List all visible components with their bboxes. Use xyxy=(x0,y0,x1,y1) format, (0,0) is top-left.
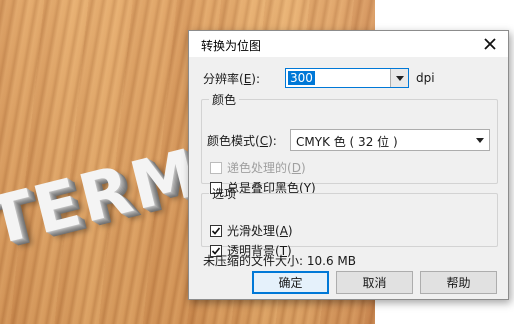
options-group-legend: 选项 xyxy=(212,187,237,201)
convert-to-bitmap-dialog: 转换为位图 分辨率(E): 300 dpi 颜色 颜色模式(C): CMYK 色… xyxy=(188,30,509,300)
color-group-legend: 颜色 xyxy=(212,93,237,107)
check-icon xyxy=(211,226,221,235)
resolution-dropdown-button[interactable] xyxy=(390,69,408,87)
resolution-row: 分辨率(E): 300 dpi xyxy=(203,67,435,89)
cancel-button[interactable]: 取消 xyxy=(336,271,413,294)
dither-label: 递色处理的(D) xyxy=(227,161,306,175)
smooth-checkbox-row[interactable]: 光滑处理(A) xyxy=(210,222,293,239)
color-mode-value: CMYK 色 ( 32 位 ) xyxy=(296,135,398,149)
ok-button[interactable]: 确定 xyxy=(252,271,329,294)
dialog-title: 转换为位图 xyxy=(201,39,262,53)
chevron-down-icon xyxy=(395,75,404,81)
resolution-unit: dpi xyxy=(416,71,435,85)
chevron-down-icon xyxy=(476,138,484,143)
color-mode-select[interactable]: CMYK 色 ( 32 位 ) xyxy=(290,129,490,151)
close-button[interactable] xyxy=(480,34,500,54)
smooth-checkbox[interactable] xyxy=(210,224,222,237)
dither-checkbox-row[interactable]: 递色处理的(D) xyxy=(210,159,306,176)
help-button[interactable]: 帮助 xyxy=(420,271,497,294)
smooth-label: 光滑处理(A) xyxy=(227,224,293,238)
resolution-input[interactable]: 300 xyxy=(285,68,409,88)
options-group: 选项 光滑处理(A) 透明背景(T) xyxy=(201,185,498,258)
color-group: 颜色 颜色模式(C): CMYK 色 ( 32 位 ) 递色处理的(D) 总是叠… xyxy=(201,91,498,195)
resolution-label: 分辨率(E): xyxy=(203,71,261,86)
dialog-titlebar[interactable]: 转换为位图 xyxy=(189,31,508,57)
resolution-value[interactable]: 300 xyxy=(288,71,315,85)
close-icon xyxy=(484,38,496,50)
uncompressed-size-info: 未压缩的文件大小: 10.6 MB xyxy=(203,254,356,268)
dither-checkbox[interactable] xyxy=(210,161,222,174)
color-mode-label: 颜色模式(C): xyxy=(207,134,277,148)
